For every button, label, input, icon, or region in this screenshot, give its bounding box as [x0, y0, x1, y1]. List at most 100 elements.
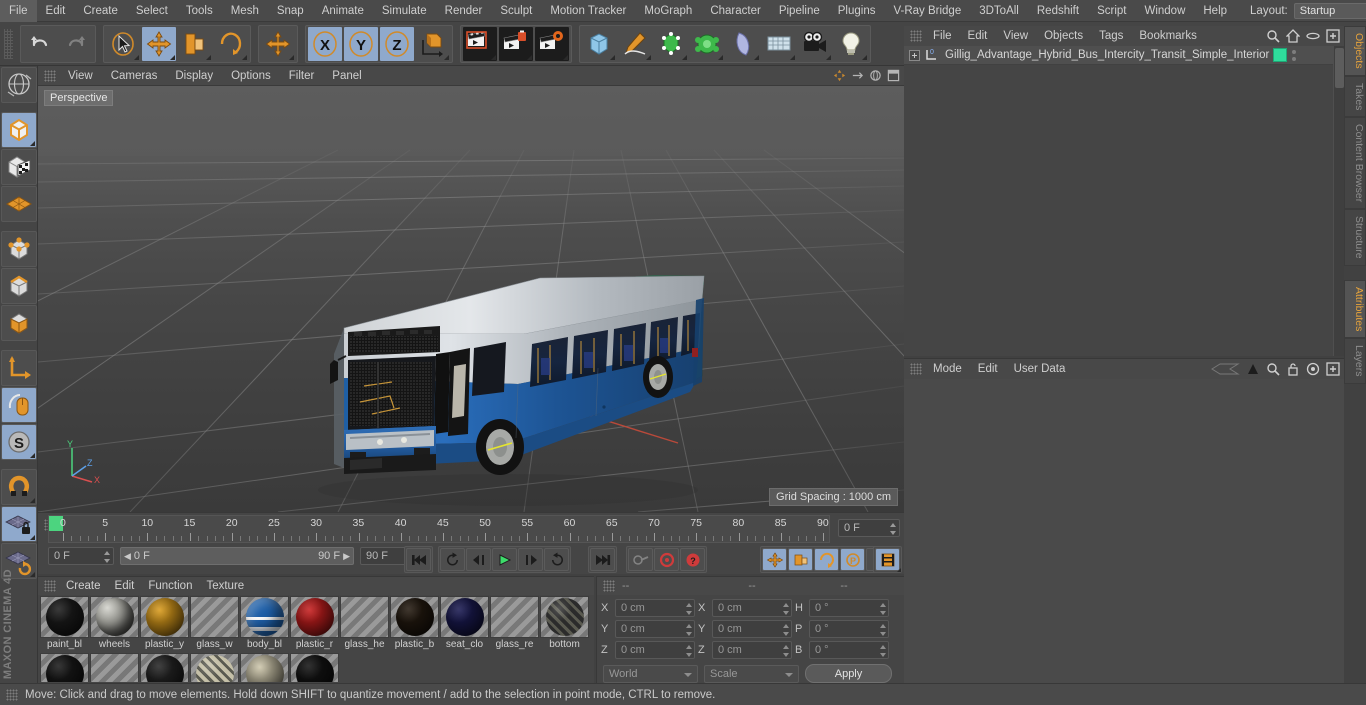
enable-axis-modification[interactable]	[1, 387, 37, 423]
render-region-button[interactable]	[499, 26, 533, 61]
viewport-menu-panel[interactable]: Panel	[323, 66, 370, 86]
lock-x-axis[interactable]: X	[308, 26, 342, 61]
menu-item-v-ray-bridge[interactable]: V-Ray Bridge	[884, 0, 970, 22]
points-mode-button[interactable]	[1, 231, 37, 267]
viewport-menu-display[interactable]: Display	[166, 66, 222, 86]
menu-item-character[interactable]: Character	[701, 0, 770, 22]
undo-button[interactable]	[23, 26, 57, 61]
step-back-button[interactable]	[466, 548, 491, 571]
pin-up-icon[interactable]	[1246, 362, 1260, 376]
material-preview[interactable]	[240, 596, 289, 638]
world-object-coord-toggle[interactable]	[416, 26, 450, 61]
material-item[interactable]: paint_bl	[40, 596, 89, 652]
panel-grip-icon[interactable]	[44, 69, 56, 82]
spinner-icon[interactable]	[880, 645, 886, 657]
layout-selector[interactable]: Layout: Startup 🔍	[1250, 2, 1366, 19]
scrollbar-thumb[interactable]	[1335, 48, 1344, 88]
tool-expand-corner[interactable]	[610, 54, 615, 60]
menu-item-script[interactable]: Script	[1088, 0, 1135, 22]
menu-item-file[interactable]: File	[0, 0, 37, 22]
material-preview[interactable]	[340, 596, 389, 638]
workplane-mode-button[interactable]	[1, 186, 37, 222]
coordinate-system-dropdown[interactable]: World	[603, 664, 698, 683]
tool-expand-corner[interactable]	[491, 54, 496, 60]
tool-expand-corner[interactable]	[242, 54, 247, 60]
spinner-icon[interactable]	[104, 551, 110, 563]
panel-grip-icon[interactable]	[44, 580, 56, 592]
panel-grip-icon[interactable]	[910, 30, 922, 42]
menu-item-animate[interactable]: Animate	[313, 0, 373, 22]
spinner-icon[interactable]	[783, 603, 789, 615]
history-arrow-icon[interactable]	[1210, 362, 1240, 376]
tool-expand-corner[interactable]	[30, 498, 35, 503]
viewport-menu-cameras[interactable]: Cameras	[102, 66, 167, 86]
material-preview[interactable]	[140, 596, 189, 638]
spinner-icon[interactable]	[880, 603, 886, 615]
spinner-icon[interactable]	[783, 624, 789, 636]
apply-button[interactable]: Apply	[805, 664, 892, 683]
object-axis-mode-button[interactable]	[1, 350, 37, 386]
material-preview[interactable]	[40, 596, 89, 638]
material-menu-create[interactable]: Create	[59, 577, 108, 595]
viewport-menu-view[interactable]: View	[59, 66, 102, 86]
filter-icon[interactable]	[1306, 29, 1320, 43]
texture-mode-button[interactable]	[1, 149, 37, 185]
object-menu-objects[interactable]: Objects	[1036, 26, 1091, 46]
material-item[interactable]: plastic_r	[290, 596, 339, 652]
range-left-arrow-icon[interactable]: ◀	[124, 551, 131, 562]
tool-expand-corner[interactable]	[563, 54, 568, 60]
menu-item-redshift[interactable]: Redshift	[1028, 0, 1088, 22]
go-to-next-key-button[interactable]	[544, 548, 569, 571]
material-item[interactable]	[140, 653, 189, 682]
material-item[interactable]: glass_re	[490, 596, 539, 652]
tool-expand-corner[interactable]	[30, 141, 35, 146]
material-preview[interactable]	[90, 596, 139, 638]
material-preview[interactable]	[190, 653, 239, 682]
position-input[interactable]: 0 cm	[615, 599, 695, 617]
tool-expand-corner[interactable]	[682, 54, 687, 60]
tool-expand-corner[interactable]	[862, 54, 867, 60]
material-preview[interactable]	[290, 653, 339, 682]
lock-y-axis[interactable]: Y	[344, 26, 378, 61]
tool-expand-corner[interactable]	[718, 54, 723, 60]
record-parameter-toggle[interactable]: P	[840, 548, 865, 571]
menu-item-sculpt[interactable]: Sculpt	[491, 0, 541, 22]
material-preview[interactable]	[90, 653, 139, 682]
pan-icon[interactable]	[833, 69, 846, 82]
object-menu-edit[interactable]: Edit	[960, 26, 996, 46]
tool-expand-corner[interactable]	[527, 54, 532, 60]
panel-grip-icon[interactable]	[910, 363, 922, 375]
menu-item-pipeline[interactable]: Pipeline	[770, 0, 829, 22]
add-camera[interactable]	[798, 26, 832, 61]
tool-expand-corner[interactable]	[30, 572, 35, 577]
material-preview[interactable]	[440, 596, 489, 638]
material-item[interactable]: glass_w	[190, 596, 239, 652]
material-item[interactable]	[240, 653, 289, 682]
object-menu-view[interactable]: View	[995, 26, 1036, 46]
current-frame-display[interactable]: 0 F	[838, 519, 900, 537]
panel-grip-icon[interactable]	[6, 688, 18, 701]
position-input[interactable]: 0 cm	[615, 641, 695, 659]
spinner-icon[interactable]	[686, 645, 692, 657]
object-menu-bookmarks[interactable]: Bookmarks	[1131, 26, 1205, 46]
search-icon[interactable]	[1266, 362, 1280, 376]
vertical-tab-attributes[interactable]: Attributes	[1344, 279, 1366, 339]
add-icon[interactable]	[1326, 362, 1340, 376]
preview-range-bar[interactable]: ◀ 0 F 90 F ▶	[120, 547, 354, 565]
go-to-start-button[interactable]	[406, 548, 431, 571]
add-environment[interactable]	[726, 26, 760, 61]
spinner-icon[interactable]	[783, 645, 789, 657]
object-tree-row[interactable]: 0 Gillig_Advantage_Hybrid_Bus_Intercity_T…	[904, 46, 1344, 65]
maximize-icon[interactable]	[887, 69, 900, 82]
lock-workplane-button[interactable]	[1, 506, 37, 542]
material-preview[interactable]	[140, 653, 189, 682]
menu-item-render[interactable]: Render	[436, 0, 492, 22]
material-item[interactable]: bottom	[540, 596, 589, 652]
lock-icon[interactable]	[1286, 362, 1300, 376]
tool-expand-corner[interactable]	[826, 54, 831, 60]
panel-grip-icon[interactable]	[603, 580, 615, 592]
render-view-button[interactable]	[463, 26, 497, 61]
material-grid[interactable]: paint_bl wheels plastic_y glass_w body_bl pla…	[40, 596, 592, 682]
material-item[interactable]	[190, 653, 239, 682]
lock-z-axis[interactable]: Z	[380, 26, 414, 61]
